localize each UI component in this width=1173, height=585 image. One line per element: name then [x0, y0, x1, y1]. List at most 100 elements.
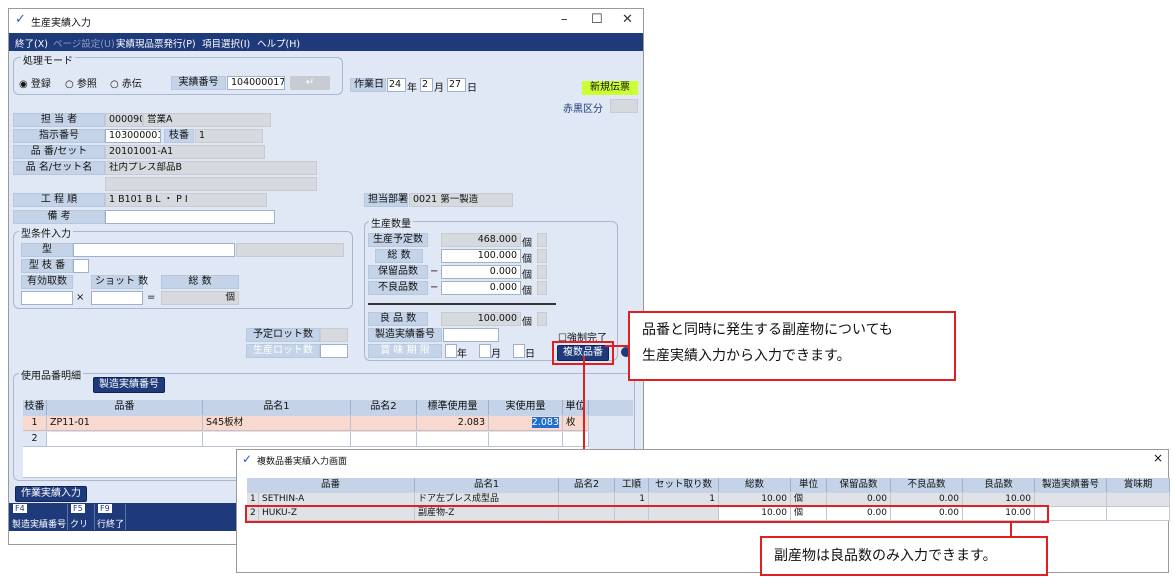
shoumi-month-unit: 月	[491, 349, 501, 360]
dcol-horyu: 保留品数	[827, 478, 891, 492]
row2-hinban[interactable]	[47, 432, 203, 447]
sousuu-label: 総 数	[161, 275, 239, 289]
koutei-value: 1 B101 B L ・ P I	[105, 193, 267, 207]
ryo-spacer	[537, 312, 547, 326]
seizou-jisseki-button[interactable]: 製造実績番号	[93, 377, 165, 393]
maximize-button[interactable]: ☐	[591, 12, 603, 27]
seisan-lot-label: 生産ロット数	[246, 344, 320, 358]
fkey-f9[interactable]: F9 行終了	[96, 504, 126, 530]
sagyou-jisseki-button[interactable]: 作業実績入力	[15, 486, 87, 502]
busho-value: 0021 第一製造	[409, 193, 513, 207]
shoumi-month-input[interactable]	[479, 344, 491, 358]
row2-jitsu[interactable]	[489, 432, 563, 447]
shoumi-year-unit: 年	[457, 349, 467, 360]
shoumi-year-input[interactable]	[445, 344, 457, 358]
kataeda-input[interactable]	[73, 259, 89, 273]
bikou-input[interactable]	[105, 210, 275, 224]
fkey-f9-key: F9	[98, 504, 112, 513]
row2-tani	[563, 432, 589, 447]
menu-page-setup[interactable]: ページ設定(U)	[53, 36, 115, 50]
menu-help[interactable]: ヘルプ(H)	[257, 36, 300, 50]
jisseki-label: 実績番号	[171, 76, 226, 90]
col-hyoujun: 標準使用量	[417, 400, 489, 415]
yotei-label: 生産予定数	[368, 233, 428, 247]
table-row[interactable]: 2	[23, 432, 589, 448]
radio-akaden[interactable]: ○ 赤伝	[110, 75, 142, 90]
dcol-set: セット取り数	[649, 478, 719, 492]
edaban-label: 枝番	[164, 129, 194, 143]
radio-sanshou[interactable]: ○ 参照	[65, 75, 97, 90]
minimize-button[interactable]: –	[561, 12, 568, 27]
sou-spacer	[537, 249, 547, 263]
horyu-input[interactable]: 0.000	[441, 265, 521, 279]
row1-jitsu[interactable]: 2.083	[489, 416, 563, 431]
col-hinmei2: 品名2	[351, 400, 417, 415]
ryo-value: 100.000	[441, 312, 521, 326]
enter-button[interactable]: ↵	[290, 76, 330, 90]
dcol-shoumi: 賞味期	[1107, 478, 1170, 492]
menu-bar: 終了(X) ページ設定(U) 実績現品票発行(P) 項目選択(I) ヘルプ(H)	[9, 33, 643, 51]
fkey-f4-label: 製造実績番号	[12, 520, 67, 530]
table-row[interactable]: 1 ZP11-01 S45板材 2.083 2.083 枚	[23, 416, 589, 432]
yuukou-input[interactable]	[21, 291, 73, 305]
day-input[interactable]: 27	[447, 78, 466, 92]
radio-touroku[interactable]: ◉ 登録	[19, 75, 51, 90]
shoumi-day-input[interactable]	[513, 344, 525, 358]
close-button[interactable]: ✕	[622, 12, 633, 27]
fkey-f4[interactable]: F4 製造実績番号	[11, 504, 68, 530]
col-eda: 枝番	[23, 400, 47, 415]
jisseki-input[interactable]: 1040000171	[227, 76, 285, 90]
year-input[interactable]: 24	[387, 78, 406, 92]
hinban-value: 20101001-A1	[105, 145, 265, 159]
drow2-shoumi[interactable]	[1107, 507, 1170, 521]
row1-hinban[interactable]: ZP11-01	[47, 416, 203, 431]
ryo-unit: 個	[522, 317, 532, 328]
row2-hinmei2	[351, 432, 417, 447]
seizou-input[interactable]	[443, 328, 499, 342]
window-title: 生産実績入力	[31, 18, 91, 29]
shiyou-legend: 使用品番明細	[19, 367, 83, 382]
dcol-furyo: 不良品数	[891, 478, 963, 492]
yotei-value: 468.000	[441, 233, 521, 247]
new-slip-badge: 新規伝票	[582, 81, 638, 95]
shoumi-label: 賞 味 期 限	[368, 344, 442, 358]
fkey-f5[interactable]: F5 クリア	[69, 504, 95, 543]
dialog-close-button[interactable]: ×	[1153, 451, 1163, 465]
dialog-title: 複数品番実績入力画面	[257, 457, 348, 467]
yotei-unit: 個	[522, 238, 532, 249]
seisan-legend: 生産数量	[369, 215, 413, 230]
dcol-koujun: 工順	[615, 478, 649, 492]
furyo-input[interactable]: 0.000	[441, 281, 521, 295]
seizou-label: 製造実績番号	[368, 328, 442, 342]
shot-input[interactable]	[91, 291, 143, 305]
hinmei-value: 社内プレス部品B	[105, 161, 317, 175]
callout1-connector	[605, 345, 629, 347]
callout-ryohin-only: 副産物は良品数のみ入力できます。	[760, 536, 1048, 576]
sou-input[interactable]: 100.000	[441, 249, 521, 263]
akakuro-label: 赤黒区分	[563, 104, 603, 115]
bikou-label: 備 考	[13, 210, 105, 224]
menu-print-slip[interactable]: 実績現品票発行(P)	[116, 36, 196, 50]
horyu-unit: 個	[522, 270, 532, 281]
ryo-label: 良 品 数	[368, 312, 428, 326]
callout-fukusanbutsu: 品番と同時に発生する副産物についても 生産実績入力から入力できます。	[628, 311, 956, 381]
seisan-lot-input[interactable]	[320, 344, 348, 358]
dcol-seizou: 製造実績番号	[1035, 478, 1107, 492]
sousuu-value: 個	[161, 291, 239, 305]
yotei-lot-value	[320, 328, 348, 342]
sum-divider	[368, 303, 556, 305]
shiji-input[interactable]: 1030000016	[105, 129, 161, 143]
row2-highlight	[245, 505, 1049, 523]
menu-select-item[interactable]: 項目選択(I)	[202, 36, 250, 50]
callout1-line2: 生産実績入力から入力できます。	[642, 348, 851, 364]
month-input[interactable]: 2	[420, 78, 433, 92]
month-unit: 月	[434, 83, 444, 94]
times-sign: ×	[76, 292, 85, 303]
yuukou-label: 有効取数	[21, 275, 73, 289]
row1-jitsu-value: 2.083	[531, 417, 559, 428]
row2-hyoujun	[417, 432, 489, 447]
menu-exit[interactable]: 終了(X)	[15, 36, 48, 50]
kata-input[interactable]	[73, 243, 235, 257]
row2-hinmei1	[203, 432, 351, 447]
form-body: 処理モード ◉ 登録 ○ 参照 ○ 赤伝 実績番号 1040000171 ↵ 作…	[9, 51, 643, 503]
